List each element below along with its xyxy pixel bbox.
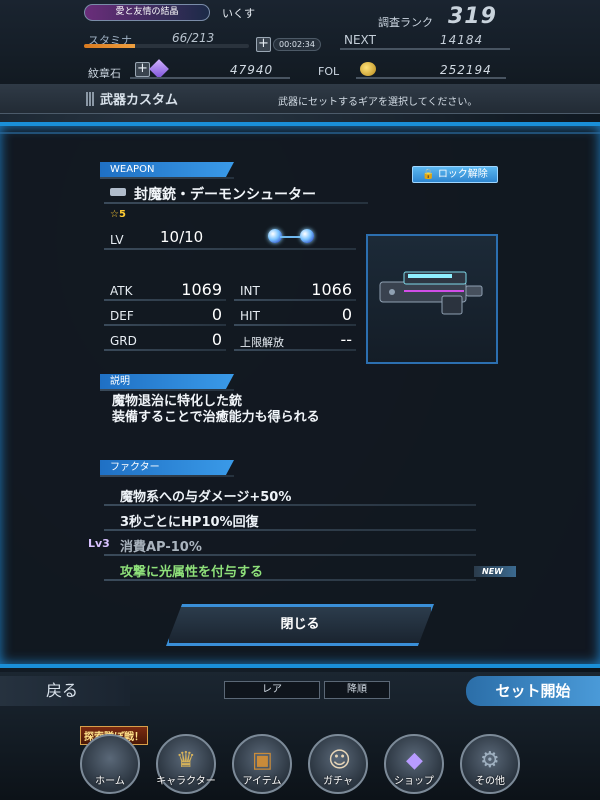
lock-icon: 🔒 xyxy=(422,169,435,180)
page-header: 武器カスタム 武器にセットするギアを選択してください。 xyxy=(0,84,600,114)
gacha-character-icon: ☺ xyxy=(328,748,351,773)
crest-stone-value: 47940 xyxy=(230,63,274,77)
stamina-bar xyxy=(84,44,249,48)
factor-item-locked: 消費AP-10% xyxy=(120,540,202,555)
nav-gacha-label: ガチャ xyxy=(323,776,353,787)
close-button[interactable]: 閉じる xyxy=(166,604,434,646)
weapon-section-underline xyxy=(100,177,234,179)
weapon-description: 魔物退治に特化した銃 装備することで治癒能力も得られる xyxy=(112,394,320,426)
lv-underline xyxy=(104,248,356,250)
grd-value: 0 xyxy=(211,330,222,349)
fol-label: FOL xyxy=(318,65,340,78)
grd-underline xyxy=(104,349,226,351)
gear-slot-link xyxy=(280,236,302,238)
demon-shooter-gun-icon xyxy=(379,271,483,315)
next-divider xyxy=(340,48,510,50)
int-label: INT xyxy=(240,284,260,298)
unlock-button-label: ロック解除 xyxy=(437,169,488,180)
factor-section-underline xyxy=(100,475,234,477)
int-underline xyxy=(234,299,356,301)
crest-divider xyxy=(130,77,290,79)
rank-value: 319 xyxy=(448,4,497,29)
def-label: DEF xyxy=(110,309,134,323)
atk-value: 1069 xyxy=(181,280,222,299)
factor-underline xyxy=(104,504,476,506)
header-instruction: 武器にセットするギアを選択してください。 xyxy=(278,97,478,108)
int-value: 1066 xyxy=(311,280,352,299)
nav-item-label: アイテム xyxy=(242,776,282,787)
crystal-icon: ◆ xyxy=(406,748,423,773)
unlock-button[interactable]: 🔒 ロック解除 xyxy=(412,166,498,183)
limit-break-underline xyxy=(234,349,356,351)
stamina-plus-button[interactable]: + xyxy=(256,37,271,52)
status-bar: 愛と友情の結晶 いくす 調査ランク 319 スタミナ 66/213 + 00:0… xyxy=(0,0,600,84)
stamina-value: 66/213 xyxy=(172,31,215,45)
crest-stone-icon xyxy=(149,59,169,79)
title-badge[interactable]: 愛と友情の結晶 xyxy=(84,4,210,21)
factor-underline xyxy=(104,554,476,556)
character-icon: ♛ xyxy=(176,748,196,773)
gun-icon xyxy=(110,188,126,196)
nav-home-label: ホーム xyxy=(95,776,125,787)
factor-underline xyxy=(104,579,476,581)
gear-icon: ⚙ xyxy=(480,748,500,773)
weapon-name: 封魔銃・デーモンシューター xyxy=(134,187,316,203)
fol-coin-icon xyxy=(360,62,376,76)
lv-value: 10/10 xyxy=(160,228,204,246)
hit-underline xyxy=(234,324,356,326)
limit-break-value: -- xyxy=(340,330,352,349)
page-title: 武器カスタム xyxy=(100,93,179,108)
gear-slot-orb-icon xyxy=(300,229,314,243)
factor-item-new: 攻撃に光属性を付与する xyxy=(120,565,264,580)
next-label: NEXT xyxy=(344,33,376,47)
player-name: いくす xyxy=(222,7,255,20)
sort-rarity-button[interactable]: レア xyxy=(224,681,320,699)
set-start-button[interactable]: セット開始 xyxy=(466,676,600,706)
factor-item: 3秒ごとにHP10%回復 xyxy=(120,515,259,530)
rarity-stars: ☆5 xyxy=(110,209,126,220)
description-line-1: 魔物退治に特化した銃 xyxy=(112,394,243,409)
crest-plus-button[interactable]: + xyxy=(135,62,150,77)
fol-divider xyxy=(356,77,506,79)
nav-shop-label: ショップ xyxy=(394,776,434,787)
stamina-timer: 00:02:34 xyxy=(273,38,321,51)
factor-section-label: ファクター xyxy=(100,460,234,475)
def-underline xyxy=(104,324,226,326)
description-section-label: 説明 xyxy=(100,374,234,389)
rank-label: 調査ランク xyxy=(378,16,433,29)
crest-stone-label: 紋章石 xyxy=(88,67,121,80)
new-badge: NEW xyxy=(474,566,516,577)
hit-value: 0 xyxy=(341,305,352,324)
def-value: 0 xyxy=(211,305,222,324)
limit-break-label: 上限解放 xyxy=(240,336,284,349)
back-button[interactable]: 戻る xyxy=(0,676,130,706)
stamina-bar-fill xyxy=(84,44,136,48)
atk-label: ATK xyxy=(110,284,133,298)
hit-label: HIT xyxy=(240,309,260,323)
sort-order-button[interactable]: 降順 xyxy=(324,681,390,699)
header-bars-icon xyxy=(86,92,94,106)
description-section-underline xyxy=(100,389,234,391)
lv-label: LV xyxy=(110,233,124,247)
factor-underline xyxy=(104,529,476,531)
factor-item: 魔物系への与ダメージ+50% xyxy=(120,490,292,505)
weapon-name-underline xyxy=(104,202,368,204)
treasure-chest-icon: ▣ xyxy=(252,748,273,773)
fol-value: 252194 xyxy=(440,63,492,77)
next-value: 14184 xyxy=(440,33,484,47)
nav-other-label: その他 xyxy=(475,776,505,787)
description-line-2: 装備することで治癒能力も得られる xyxy=(112,410,320,425)
atk-underline xyxy=(104,299,226,301)
grd-label: GRD xyxy=(110,334,137,348)
weapon-section-label: WEAPON xyxy=(100,162,234,177)
nav-character-label: キャラクター xyxy=(156,776,216,787)
factor-unlock-level: Lv3 xyxy=(88,537,110,550)
